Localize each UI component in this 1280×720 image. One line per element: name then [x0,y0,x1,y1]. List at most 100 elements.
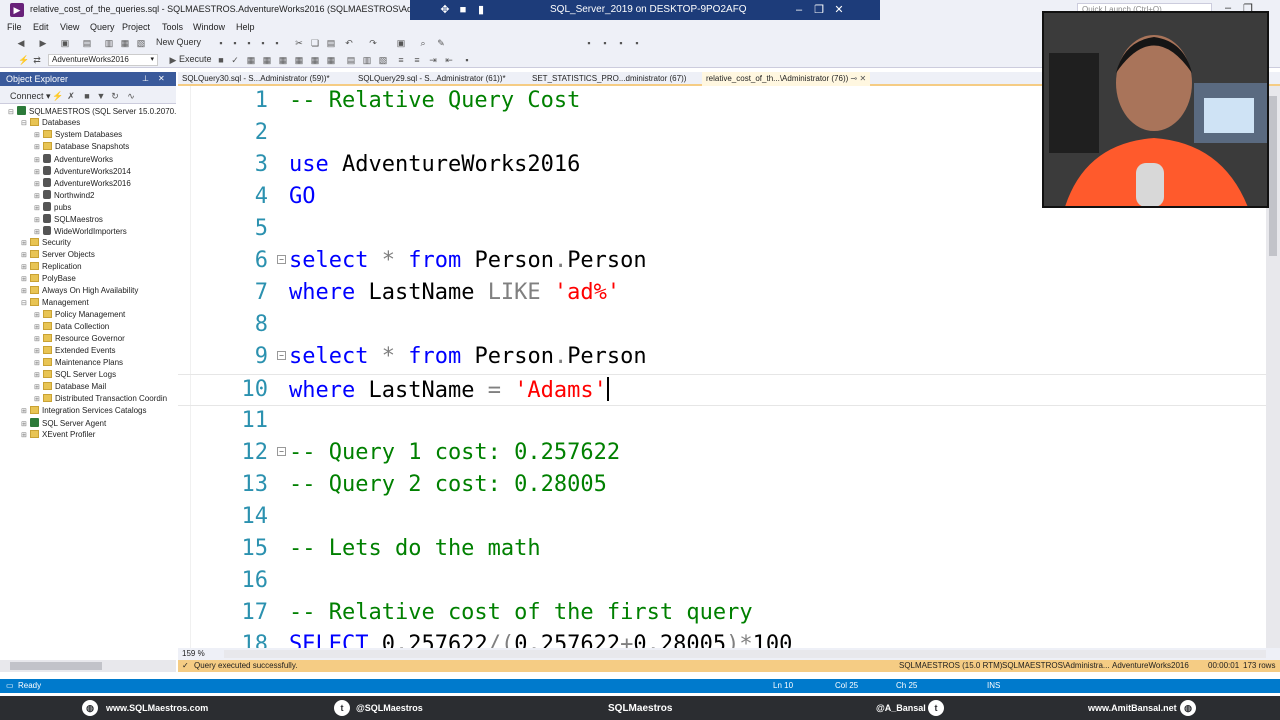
expand-icon[interactable]: ⊞ [21,431,30,439]
expand-icon[interactable]: ⊞ [34,192,43,200]
tool-icon[interactable]: ✎ [436,38,446,48]
code-line[interactable]: 9− select * from Person.Person [178,342,1266,374]
live-stats-icon[interactable]: ▦ [310,55,320,65]
expand-icon[interactable]: ⊞ [34,216,43,224]
expand-icon[interactable]: ⊞ [21,287,30,295]
editor-horizontal-scrollbar[interactable] [224,650,1266,658]
code-line[interactable]: 13 -- Query 2 cost: 0.28005 [178,470,1266,502]
expand-icon[interactable]: ⊞ [34,347,43,355]
uncomment-icon[interactable]: ≡ [412,55,422,65]
expand-icon[interactable]: ⊞ [34,383,43,391]
collapse-icon[interactable]: − [277,447,286,456]
expand-icon[interactable]: ⊞ [34,228,43,236]
tree-item[interactable]: ⊞ AdventureWorks2014 [34,166,131,178]
code-line[interactable]: 16 [178,566,1266,598]
connect-button[interactable]: Connect ▾ [10,91,51,103]
menu-project[interactable]: Project [122,22,150,32]
save-icon[interactable]: ▥ [104,38,114,48]
code-line[interactable]: 8 [178,310,1266,342]
menu-view[interactable]: View [60,22,79,32]
tree-item[interactable]: ⊞ Database Mail [34,382,106,394]
tree-item[interactable]: ⊞ Resource Governor [34,334,125,346]
object-explorer-scrollbar[interactable] [0,660,176,672]
pin-panel-icon[interactable]: ⊥ [142,74,149,83]
query-options-icon[interactable]: ▦ [262,55,272,65]
tree-item[interactable]: ⊞ Integration Services Catalogs [21,406,147,418]
expand-icon[interactable]: ⊞ [21,239,30,247]
execute-button[interactable]: Execute [179,54,212,66]
disconnect-icon[interactable]: ✗ [66,91,76,101]
minimize-icon[interactable]: ‒ [792,3,806,17]
menu-file[interactable]: File [7,22,22,32]
results-icon[interactable]: ▦ [278,55,288,65]
filter-icon[interactable]: ▼ [96,91,106,101]
expand-icon[interactable]: ⊞ [21,263,30,271]
results-file-icon[interactable]: ▧ [378,55,388,65]
code-line[interactable]: 17 -- Relative cost of the first query [178,598,1266,630]
expand-icon[interactable]: ⊞ [21,420,30,428]
expand-icon[interactable]: ⊞ [21,275,30,283]
menu-edit[interactable]: Edit [33,22,49,32]
query-icon-4[interactable]: ▪ [258,38,268,48]
stop-icon[interactable]: ■ [82,91,92,101]
remote-connection-bar[interactable]: ✥ ■ ▮ SQL_Server_2019 on DESKTOP-9PO2AFQ… [410,0,880,22]
expand-icon[interactable]: ⊟ [8,108,17,116]
tree-item[interactable]: ⊞ AdventureWorks2016 [34,178,131,190]
property-icon-2[interactable]: ▪ [600,38,610,48]
tree-item[interactable]: ⊟ SQLMAESTROS (SQL Server 15.0.2070.4 [8,106,176,118]
property-icon-1[interactable]: ▪ [584,38,594,48]
tree-item[interactable]: ⊞ XEvent Profiler [21,430,95,442]
tab-sqlquery30[interactable]: SQLQuery30.sql - S...Administrator (59))… [182,74,330,83]
close-icon[interactable]: ✕ [832,3,846,17]
activity-icon[interactable]: ▣ [396,38,406,48]
specify-values-icon[interactable]: ▪ [462,55,472,65]
code-line[interactable]: 10 where LastName = 'Adams' [178,374,1266,406]
expand-icon[interactable]: ⊟ [21,299,30,307]
include-plan-icon[interactable]: ▦ [294,55,304,65]
indent-icon[interactable]: ⇥ [428,55,438,65]
execute-icon[interactable]: ▶ [168,55,178,65]
expand-icon[interactable]: ⊞ [34,168,43,176]
expand-icon[interactable]: ⊞ [34,359,43,367]
tree-item[interactable]: ⊞ Policy Management [34,310,125,322]
code-line[interactable]: 12− -- Query 1 cost: 0.257622 [178,438,1266,470]
property-icon-3[interactable]: ▪ [616,38,626,48]
tree-item[interactable]: ⊞ SQL Server Logs [34,370,116,382]
activity-monitor-icon[interactable]: ∿ [126,91,136,101]
collapse-icon[interactable]: − [277,351,286,360]
tree-item[interactable]: ⊞ Extended Events [34,346,115,358]
open-icon[interactable]: ▤ [82,38,92,48]
expand-icon[interactable]: ⊞ [34,395,43,403]
connect-server-icon[interactable]: ⚡ [52,91,63,101]
close-tab-icon[interactable]: ✕ [859,74,866,83]
tree-item[interactable]: ⊞ WideWorldImporters [34,226,127,238]
save-all-icon[interactable]: ▦ [120,38,130,48]
expand-icon[interactable]: ⊞ [34,311,43,319]
scroll-thumb[interactable] [10,662,102,670]
search-icon[interactable]: ⌕ [418,38,428,48]
tree-item[interactable]: ⊞ Distributed Transaction Coordin [34,394,167,406]
results-text-icon[interactable]: ▤ [346,55,356,65]
results-grid-icon[interactable]: ▥ [362,55,372,65]
tree-item[interactable]: ⊞ Database Snapshots [34,142,129,154]
expand-icon[interactable]: ⊞ [34,156,43,164]
tree-item[interactable]: ⊞ Server Objects [21,250,95,262]
tree-item[interactable]: ⊞ SQLMaestros [34,214,103,226]
refresh-icon[interactable]: ↻ [110,91,120,101]
code-line[interactable]: 18 SELECT 0.257622/(0.257622+0.28005)*100 [178,630,1266,648]
tree-item[interactable]: ⊞ AdventureWorks [34,154,113,166]
query-icon-1[interactable]: ▪ [216,38,226,48]
expand-icon[interactable]: ⊞ [34,143,43,151]
change-connection-icon[interactable]: ⇄ [32,55,42,65]
code-line[interactable]: 7 where LastName LIKE 'ad%' [178,278,1266,310]
expand-icon[interactable]: ⊞ [34,323,43,331]
collapse-icon[interactable]: − [277,255,286,264]
zoom-level[interactable]: 159 % [182,649,205,658]
tree-item[interactable]: ⊞ PolyBase [21,274,76,286]
expand-icon[interactable]: ⊞ [21,251,30,259]
back-icon[interactable]: ◀ [16,38,26,48]
expand-icon[interactable]: ⊟ [21,119,30,127]
tree-item[interactable]: ⊞ System Databases [34,130,122,142]
copy-icon[interactable]: ❏ [310,38,320,48]
expand-icon[interactable]: ⊞ [34,371,43,379]
